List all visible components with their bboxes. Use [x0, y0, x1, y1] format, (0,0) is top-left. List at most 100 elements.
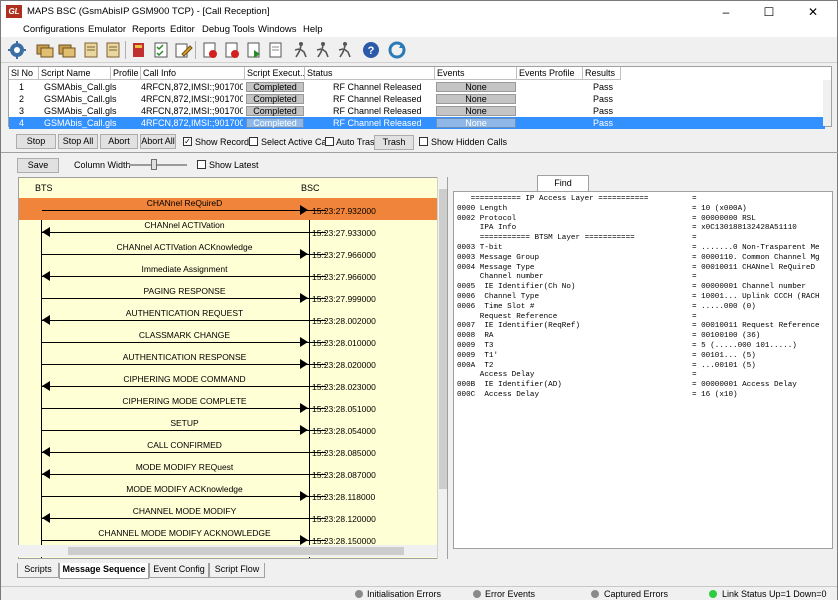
- column-width-slider-thumb[interactable]: [151, 159, 157, 170]
- detail-field-name: 0006 Channel Type: [457, 293, 540, 301]
- cell-events[interactable]: None: [436, 106, 516, 116]
- run-icon[interactable]: [335, 40, 355, 60]
- save-button[interactable]: Save: [17, 158, 59, 173]
- menu-debug-tools[interactable]: Debug Tools: [202, 24, 255, 35]
- error-events-status[interactable]: Error Events: [485, 589, 535, 599]
- stop-all-button[interactable]: Stop All: [58, 134, 98, 149]
- messages-icon[interactable]: [57, 40, 77, 60]
- cell-events[interactable]: None: [436, 118, 516, 128]
- msc-message[interactable]: CHANnel ACTIVation ACKnowledge 15:23:27.9…: [19, 242, 439, 264]
- msc-message-time: 15:23:28.085000: [312, 448, 376, 458]
- msc-message-time: 15:23:28.051000: [312, 404, 376, 414]
- msc-message-label: CLASSMARK CHANGE: [138, 330, 231, 340]
- msc-message[interactable]: CALL CONFIRMED 15:23:28.085000: [19, 440, 439, 462]
- grid-scrollbar[interactable]: [823, 80, 831, 126]
- auto-trash-checkbox[interactable]: [325, 137, 334, 146]
- refresh-icon[interactable]: [387, 40, 407, 60]
- menu-windows[interactable]: Windows: [258, 24, 297, 35]
- tab-script-flow[interactable]: Script Flow: [209, 563, 265, 578]
- abort-all-button[interactable]: Abort All: [140, 134, 176, 149]
- show-records-checkbox[interactable]: ✓: [183, 137, 192, 146]
- tab-message-sequence[interactable]: Message Sequence: [59, 563, 149, 579]
- msc-message-label: CHANnel ACTIVation: [144, 220, 225, 230]
- detail-field-value: = 0000110. Common Channel Mg: [692, 253, 820, 262]
- msc-vertical-scroll-thumb[interactable]: [439, 189, 447, 489]
- trash-button[interactable]: Trash: [374, 135, 414, 150]
- menu-reports[interactable]: Reports: [132, 24, 165, 35]
- scripts-grid: Sl No Script Name Profile Call Info Scri…: [8, 66, 832, 129]
- stop-button[interactable]: Stop: [16, 134, 56, 149]
- doc-play-icon[interactable]: [244, 40, 264, 60]
- close-button[interactable]: ✕: [791, 1, 835, 23]
- cell-sl: 2: [19, 94, 25, 104]
- column-width-slider-track[interactable]: [129, 164, 187, 166]
- tab-scripts[interactable]: Scripts: [17, 563, 59, 578]
- minimize-button[interactable]: –: [704, 1, 748, 23]
- book-icon[interactable]: [129, 40, 149, 60]
- msc-vertical-scrollbar[interactable]: [437, 177, 447, 559]
- msc-message[interactable]: SETUP 15:23:28.054000: [19, 418, 439, 440]
- column-header[interactable]: Profile: [111, 67, 141, 80]
- msc-horizontal-scroll-thumb[interactable]: [68, 547, 404, 555]
- scroll-icon[interactable]: [103, 40, 123, 60]
- main-window: GL MAPS BSC (GsmAbisIP GSM900 TCP) - [Ca…: [0, 0, 838, 600]
- select-active-call-checkbox[interactable]: [249, 137, 258, 146]
- detail-field-name: 0007 IE Identifier(ReqRef): [457, 322, 581, 331]
- table-row[interactable]: 1 GSMAbis_Call.gls 4RFCN,872,IMSI:;90170…: [9, 81, 825, 93]
- edit-icon[interactable]: [173, 40, 193, 60]
- doc-stop-icon[interactable]: [200, 40, 220, 60]
- captured-errors-status[interactable]: Captured Errors: [604, 589, 668, 599]
- run-icon[interactable]: [313, 40, 333, 60]
- msc-message[interactable]: MODE MODIFY ACKnowledge 15:23:28.118000: [19, 484, 439, 506]
- msc-message-line: [42, 232, 326, 233]
- msc-message[interactable]: CHANNEL MODE MODIFY 15:23:28.120000: [19, 506, 439, 528]
- doc-icon[interactable]: [266, 40, 286, 60]
- initialisation-errors-status[interactable]: Initialisation Errors: [367, 589, 441, 599]
- msc-message[interactable]: AUTHENTICATION REQUEST 15:23:28.002000: [19, 308, 439, 330]
- msc-message[interactable]: MODE MODIFY REQuest 15:23:28.087000: [19, 462, 439, 484]
- cell-events[interactable]: None: [436, 94, 516, 104]
- msc-message[interactable]: Immediate Assignment 15:23:27.966000: [19, 264, 439, 286]
- menu-help[interactable]: Help: [303, 24, 323, 35]
- msc-message[interactable]: CLASSMARK CHANGE 15:23:28.010000: [19, 330, 439, 352]
- messages-icon[interactable]: [35, 40, 55, 60]
- column-header[interactable]: Results: [583, 67, 621, 80]
- column-header[interactable]: Events Profile: [517, 67, 583, 80]
- abort-button[interactable]: Abort: [100, 134, 138, 149]
- menu-configurations[interactable]: Configurations: [23, 24, 84, 35]
- table-row[interactable]: 2 GSMAbis_Call.gls 4RFCN,872,IMSI:;90170…: [9, 93, 825, 105]
- scroll-icon[interactable]: [81, 40, 101, 60]
- msc-horizontal-scrollbar[interactable]: [18, 545, 437, 557]
- column-header[interactable]: Script Execut...: [245, 67, 305, 80]
- menu-emulator[interactable]: Emulator: [88, 24, 126, 35]
- detail-field-value: = ...00101 (5): [692, 361, 756, 370]
- run-icon[interactable]: [291, 40, 311, 60]
- msc-message[interactable]: CHANnel ACTIVation 15:23:27.933000: [19, 220, 439, 242]
- show-latest-checkbox[interactable]: [197, 160, 206, 169]
- maximize-button[interactable]: ☐: [747, 1, 791, 23]
- table-row[interactable]: 4 GSMAbis_Call.gls 4RFCN,872,IMSI:;90170…: [9, 117, 825, 129]
- cell-events[interactable]: None: [436, 82, 516, 92]
- msc-message[interactable]: PAGING RESPONSE 15:23:27.999000: [19, 286, 439, 308]
- column-header[interactable]: Events: [435, 67, 517, 80]
- gear-icon[interactable]: [7, 40, 27, 60]
- menu-editor[interactable]: Editor: [170, 24, 195, 35]
- msc-message[interactable]: CIPHERING MODE COMPLETE 15:23:28.051000: [19, 396, 439, 418]
- checklist-icon[interactable]: [151, 40, 171, 60]
- column-header[interactable]: Call Info: [141, 67, 245, 80]
- msc-message[interactable]: AUTHENTICATION RESPONSE 15:23:28.020000: [19, 352, 439, 374]
- column-header[interactable]: Sl No: [9, 67, 39, 80]
- detail-field-value: = 00010011 Request Reference: [692, 322, 820, 331]
- msc-message[interactable]: CIPHERING MODE COMMAND 15:23:28.023000: [19, 374, 439, 396]
- table-row[interactable]: 3 GSMAbis_Call.gls 4RFCN,872,IMSI:;90170…: [9, 105, 825, 117]
- doc-stop-icon[interactable]: [222, 40, 242, 60]
- select-active-call-label: Select Active Call: [261, 137, 331, 147]
- tab-event-config[interactable]: Event Config: [149, 563, 209, 578]
- find-tab[interactable]: Find: [537, 175, 589, 191]
- msc-message[interactable]: CHANnel ReQuireD 15:23:27.932000: [19, 198, 439, 220]
- column-header[interactable]: Script Name: [39, 67, 111, 80]
- column-header[interactable]: Status: [305, 67, 435, 80]
- help-icon[interactable]: ?: [361, 40, 381, 60]
- msc-message-time: 15:23:28.120000: [312, 514, 376, 524]
- show-hidden-calls-checkbox[interactable]: [419, 137, 428, 146]
